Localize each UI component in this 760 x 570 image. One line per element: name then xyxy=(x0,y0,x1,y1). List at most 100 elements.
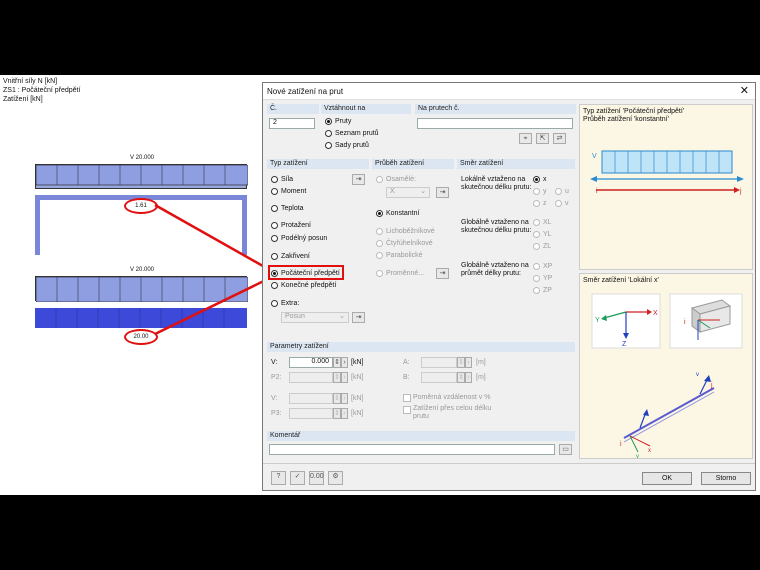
concentrated-select-value: X xyxy=(390,188,395,195)
svg-text:Z: Z xyxy=(622,341,627,348)
param-p3-input[interactable] xyxy=(289,408,333,419)
param-p2-arrow-icon[interactable]: › xyxy=(341,372,348,383)
load-type-elongation-radio[interactable]: Protažení xyxy=(271,221,311,231)
param-p3-arrow-icon[interactable]: › xyxy=(341,408,348,419)
apply-to-member-list-radio[interactable]: Seznam prutů xyxy=(325,129,379,139)
param-v2-input[interactable] xyxy=(289,393,333,404)
load-type-final-prestress-radio[interactable]: Konečné předpětí xyxy=(271,281,336,291)
param-v-arrow-icon[interactable]: › xyxy=(341,357,348,368)
param-a-input[interactable] xyxy=(421,357,457,368)
load-type-curvature-radio[interactable]: Zakřivení xyxy=(271,252,310,262)
param-b-arrow-icon[interactable]: › xyxy=(465,372,472,383)
load-type-temperature-radio[interactable]: Teplota xyxy=(271,204,304,214)
preview-axis-j: j xyxy=(740,188,742,195)
units-icon[interactable]: 0.00 xyxy=(309,471,324,485)
help-icon[interactable]: ? xyxy=(271,471,286,485)
extra-select-value: Posun xyxy=(285,313,305,320)
new-member-load-dialog[interactable]: Nové zatížení na prut ✕ Č. 2 Vztáhnout n… xyxy=(262,82,756,491)
dialog-titlebar[interactable]: Nové zatížení na prut ✕ xyxy=(263,83,755,100)
direction-zp-radio[interactable]: ZP xyxy=(533,286,552,296)
direction-xl-radio[interactable]: XL xyxy=(533,218,552,228)
apply-to-members-radio[interactable]: Pruty xyxy=(325,117,351,127)
dialog-title: Nové zatížení na prut xyxy=(267,87,344,96)
load-type-header: Typ zatížení xyxy=(267,159,369,169)
param-a-spinner[interactable]: ⇕ xyxy=(457,357,465,368)
direction-z-radio[interactable]: z xyxy=(533,199,547,209)
extra-select[interactable]: Posun ⌄ xyxy=(281,312,349,323)
distribution-tapered-radio[interactable]: Čtyřúhelníkové xyxy=(376,239,433,249)
svg-text:y: y xyxy=(636,454,639,458)
direction-x-radio[interactable]: x xyxy=(533,175,547,185)
comment-input[interactable] xyxy=(269,444,555,455)
param-b-spinner[interactable]: ⇕ xyxy=(457,372,465,383)
distribution-parabolic-radio[interactable]: Parabolické xyxy=(376,251,423,261)
distribution-concentrated-radio[interactable]: Osamělé: xyxy=(376,175,416,185)
global-projected-label: Globálně vztaženo na průmět délky prutu: xyxy=(461,262,529,277)
apply-to-member-sets-radio[interactable]: Sady prutů xyxy=(325,141,369,151)
select-members-icon[interactable]: ⇱ xyxy=(536,133,549,144)
param-v-spinner[interactable]: ⇕ xyxy=(333,357,341,368)
svg-text:v: v xyxy=(696,372,699,378)
load-type-extra-radio[interactable]: Extra: xyxy=(271,299,299,309)
param-v2-arrow-icon[interactable]: › xyxy=(341,393,348,404)
load-number-input[interactable]: 2 xyxy=(269,118,315,129)
direction-u-radio[interactable]: u xyxy=(555,187,569,197)
preview-bottom-title: Směr zatížení 'Lokální x' xyxy=(583,277,659,284)
check-icon[interactable]: ✓ xyxy=(290,471,305,485)
ok-button[interactable]: OK xyxy=(642,472,692,485)
load-type-axial-displacement-radio[interactable]: Podélný posun xyxy=(271,234,327,244)
cancel-button[interactable]: Storno xyxy=(701,472,751,485)
param-unit: [kN] xyxy=(351,410,364,417)
on-members-header: Na prutech č. xyxy=(415,104,576,114)
svg-text:i: i xyxy=(620,441,622,448)
apply-to-group: Vztáhnout na Pruty Seznam prutů Sady pru… xyxy=(321,104,411,152)
svg-text:x: x xyxy=(648,448,651,454)
param-v2-spinner[interactable]: ⇕ xyxy=(333,393,341,404)
pick-members-icon[interactable]: ⌖ xyxy=(519,133,532,144)
param-v-input[interactable]: 0.000 xyxy=(289,357,333,368)
load-type-force-radio[interactable]: Síla xyxy=(271,175,293,185)
on-members-input[interactable] xyxy=(417,118,573,129)
param-b-input[interactable] xyxy=(421,372,457,383)
varying-options-icon[interactable]: ⇥ xyxy=(436,268,449,279)
distribution-trapezoidal-radio[interactable]: Lichoběžníkové xyxy=(376,227,435,237)
comment-browse-icon[interactable]: ▭ xyxy=(559,444,572,455)
relative-distance-checkbox[interactable]: Poměrná vzdálenost v % xyxy=(403,393,490,403)
param-p3-spinner[interactable]: ⇕ xyxy=(333,408,341,419)
distribution-constant-radio[interactable]: Konstantní xyxy=(376,209,419,219)
load-type-moment-radio[interactable]: Moment xyxy=(271,187,306,197)
comment-header: Komentář xyxy=(267,431,575,441)
load-parameters-group: Parametry zatížení V: 0.000 ⇕ › [kN] P2:… xyxy=(267,342,575,425)
param-label: V: xyxy=(271,395,278,402)
param-p2-spinner[interactable]: ⇕ xyxy=(333,372,341,383)
preview-axis-i: i xyxy=(596,188,598,195)
param-p2-input[interactable] xyxy=(289,372,333,383)
param-a-arrow-icon[interactable]: › xyxy=(465,357,472,368)
load-type-preview-panel: Typ zatížení 'Počáteční předpětí' Průběh… xyxy=(579,104,753,270)
distribution-varying-radio[interactable]: Proměnné... xyxy=(376,269,424,279)
full-length-checkbox[interactable]: Zatížení přes celou délku prutu xyxy=(403,405,503,420)
concentrated-options-icon[interactable]: ⇥ xyxy=(436,187,449,198)
direction-yl-radio[interactable]: YL xyxy=(533,230,552,240)
clear-members-icon[interactable]: ⇄ xyxy=(553,133,566,144)
direction-v-radio[interactable]: v xyxy=(555,199,569,209)
direction-yp-radio[interactable]: YP xyxy=(533,274,552,284)
direction-y-radio[interactable]: y xyxy=(533,187,547,197)
chevron-down-icon: ⌄ xyxy=(339,313,345,320)
load-parameters-header: Parametry zatížení xyxy=(267,342,575,352)
load-distribution-group: Průběh zatížení Osamělé: X ⌄ ⇥ Konstantní… xyxy=(372,159,454,335)
direction-zl-radio[interactable]: ZL xyxy=(533,242,551,252)
extra-options-icon[interactable]: ⇥ xyxy=(352,312,365,323)
svg-text:j: j xyxy=(710,382,713,389)
preview-load-diagram xyxy=(590,150,744,193)
load-direction-header: Směr zatížení xyxy=(457,159,575,169)
concentrated-select[interactable]: X ⌄ xyxy=(386,187,430,198)
param-a-unit: [m] xyxy=(476,359,486,366)
direction-xp-radio[interactable]: XP xyxy=(533,262,552,272)
close-icon[interactable]: ✕ xyxy=(740,84,749,97)
preview-direction-diagram: X Y Z i j i x y v xyxy=(591,293,743,458)
load-type-force-icon[interactable]: ⇥ xyxy=(352,174,365,185)
load-direction-group: Směr zatížení Lokálně vztaženo na skuteč… xyxy=(457,159,575,335)
preview-top-title: Typ zatížení 'Počáteční předpětí' xyxy=(583,108,685,115)
settings-icon[interactable]: ⚙ xyxy=(328,471,343,485)
